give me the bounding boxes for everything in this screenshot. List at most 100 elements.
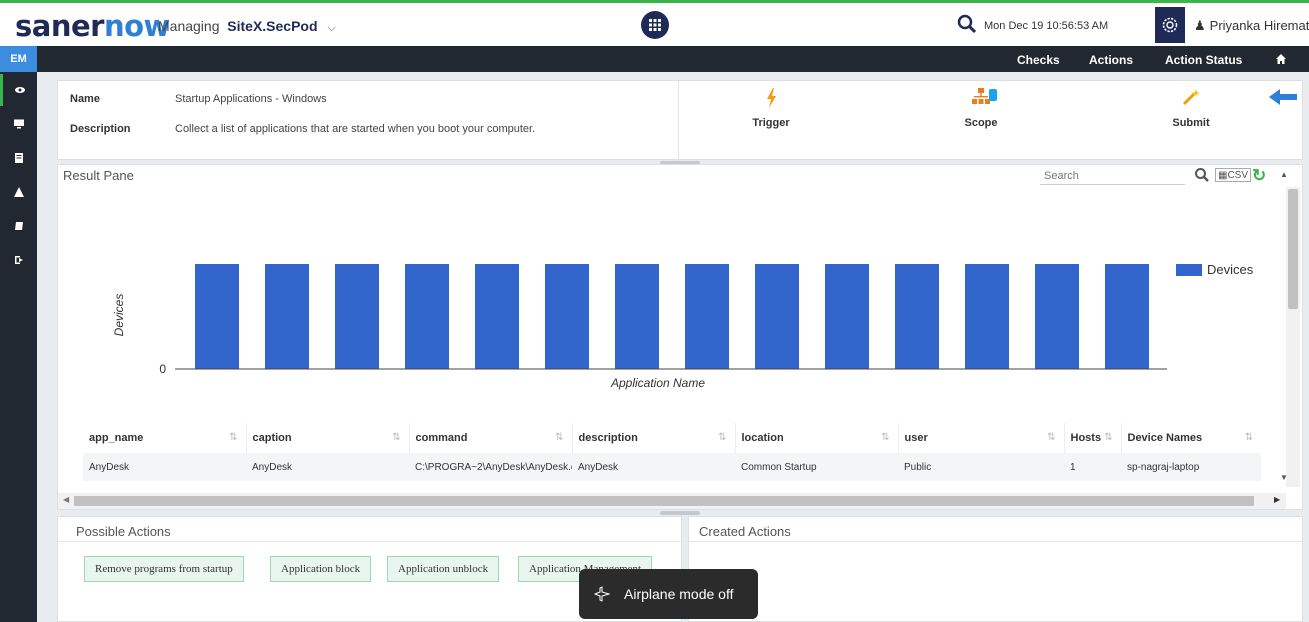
refresh-icon[interactable]: ↻ <box>1252 166 1266 186</box>
description-label: Description <box>70 123 131 135</box>
column-header[interactable]: description ⇅ <box>571 423 735 453</box>
sanernow-logo[interactable]: sanernow <box>15 9 170 43</box>
sidebar-item-devices[interactable] <box>0 108 37 140</box>
table-cell: sp-nagraj-laptop <box>1121 453 1261 481</box>
sort-icon[interactable]: ⇅ <box>555 432 563 443</box>
sidebar-item-logout[interactable] <box>0 244 37 276</box>
table-cell: C:\PROGRA~2\AnyDesk\AnyDesk.e... <box>409 453 572 481</box>
chart-bar[interactable] <box>895 264 939 369</box>
apps-grid-button[interactable] <box>641 11 669 39</box>
sort-icon[interactable]: ⇅ <box>718 432 726 443</box>
sort-icon[interactable]: ⇅ <box>1104 432 1112 443</box>
nav-action-status[interactable]: Action Status <box>1165 53 1242 67</box>
nav-checks[interactable]: Checks <box>1017 53 1060 67</box>
application-block-button[interactable]: Application block <box>270 556 372 582</box>
trigger-button[interactable]: Trigger <box>731 87 811 131</box>
main-nav: EM Checks Actions Action Status <box>0 46 1309 72</box>
vertical-scrollbar[interactable] <box>1286 187 1300 487</box>
column-header[interactable]: Device Names ⇅ <box>1120 423 1261 453</box>
nav-actions[interactable]: Actions <box>1089 53 1133 67</box>
back-arrow-icon[interactable] <box>1269 88 1297 106</box>
column-header[interactable]: command ⇅ <box>408 423 572 453</box>
created-actions-panel: Created Actions <box>688 516 1303 622</box>
chart-bar[interactable] <box>195 264 239 369</box>
sidebar-item-view[interactable] <box>0 74 37 106</box>
column-header-label: location <box>741 432 784 444</box>
legend-swatch <box>1176 264 1202 276</box>
table-cell: Public <box>898 453 1064 481</box>
managing-label: Managing <box>158 18 220 34</box>
search-icon[interactable] <box>956 13 978 35</box>
site-selector[interactable]: Managing SiteX.SecPod ⌵ <box>158 18 336 35</box>
module-badge[interactable]: EM <box>0 46 37 72</box>
y-axis-title: Devices <box>112 294 126 337</box>
sort-icon[interactable]: ⇅ <box>392 432 400 443</box>
column-header-label: app_name <box>89 432 144 444</box>
gear-icon <box>1162 17 1178 33</box>
logo-text-saner: saner <box>15 9 104 43</box>
chart-bar[interactable] <box>755 264 799 369</box>
grid-icon <box>649 19 661 31</box>
column-header[interactable]: caption ⇅ <box>245 423 409 453</box>
column-header[interactable]: app_name ⇅ <box>83 423 246 453</box>
csv-label: CSV <box>1227 170 1249 181</box>
column-header[interactable]: Hosts ⇅ <box>1063 423 1121 453</box>
sidebar-item-docs[interactable] <box>0 210 37 242</box>
column-header[interactable]: location ⇅ <box>734 423 898 453</box>
remove-startup-programs-button[interactable]: Remove programs from startup <box>84 556 244 582</box>
chart-bar[interactable] <box>685 264 729 369</box>
user-name: Priyanka Hiremath <box>1209 18 1309 33</box>
application-unblock-button[interactable]: Application unblock <box>387 556 500 582</box>
sort-icon[interactable]: ⇅ <box>1047 432 1055 443</box>
chart-bar[interactable] <box>965 264 1009 369</box>
horizontal-scrollbar[interactable]: ◀ ▶ <box>58 493 1286 509</box>
chart-bar[interactable] <box>475 264 519 369</box>
scope-label: Scope <box>964 117 998 129</box>
toast-text: Airplane mode off <box>624 586 734 602</box>
sidebar-item-alerts[interactable] <box>0 176 37 208</box>
left-sidebar <box>0 72 37 622</box>
airplane-mode-toast: Airplane mode off <box>579 569 758 619</box>
scrollbar-thumb[interactable] <box>1288 189 1298 309</box>
home-icon[interactable] <box>1275 53 1287 68</box>
resize-handle[interactable] <box>660 511 700 515</box>
scope-button[interactable]: Scope <box>941 87 1021 131</box>
scrollbar-thumb[interactable] <box>74 496 1254 506</box>
chart-bar[interactable] <box>335 264 379 369</box>
sort-icon[interactable]: ⇅ <box>1245 432 1253 443</box>
search-icon[interactable] <box>1194 167 1210 183</box>
settings-button[interactable] <box>1155 7 1185 43</box>
column-header-label: caption <box>252 432 292 444</box>
sidebar-item-reports[interactable] <box>0 142 37 174</box>
name-value: Startup Applications - Windows <box>175 93 327 105</box>
eye-icon <box>15 87 25 93</box>
chart-bar[interactable] <box>265 264 309 369</box>
chart-bar[interactable] <box>1035 264 1079 369</box>
sort-icon[interactable]: ⇅ <box>881 432 889 443</box>
magic-wand-icon <box>1182 89 1200 106</box>
chart-bars <box>195 264 1149 369</box>
result-search-input[interactable] <box>1040 167 1185 185</box>
csv-export-button[interactable]: ▦CSV <box>1215 168 1252 182</box>
user-menu[interactable]: ♟Priyanka Hiremath ⌵ <box>1194 18 1309 34</box>
chart-bar[interactable] <box>1105 264 1149 369</box>
table-cell: AnyDesk <box>83 453 246 481</box>
result-pane: Result Pane ▦CSV ↻ ▲ ▼ 0 Application Nam… <box>57 164 1303 510</box>
submit-button[interactable]: Submit <box>1151 87 1231 131</box>
column-header[interactable]: user ⇅ <box>897 423 1064 453</box>
chart-bar[interactable] <box>615 264 659 369</box>
sort-icon[interactable]: ⇅ <box>229 432 237 443</box>
chart-bar[interactable] <box>545 264 589 369</box>
chart-bar[interactable] <box>825 264 869 369</box>
scroll-left-arrow-icon[interactable]: ◀ <box>63 495 69 504</box>
app-window: { "header": { "logo_part1": "saner", "lo… <box>0 0 1309 622</box>
monitor-icon <box>13 119 24 129</box>
scroll-down-arrow-icon[interactable]: ▼ <box>1280 473 1288 482</box>
scroll-up-arrow-icon[interactable]: ▲ <box>1280 170 1288 179</box>
chart-bar[interactable] <box>405 264 449 369</box>
table-row[interactable]: AnyDesk AnyDesk C:\PROGRA~2\AnyDesk\AnyDes… <box>83 453 1261 481</box>
scroll-right-arrow-icon[interactable]: ▶ <box>1274 495 1280 504</box>
column-header-label: description <box>578 432 638 444</box>
devices-bar-chart: 0 Application Name Devices Devices <box>112 262 1254 390</box>
table-header-row: app_name ⇅ caption ⇅ command ⇅ description ⇅ loc… <box>83 423 1261 453</box>
